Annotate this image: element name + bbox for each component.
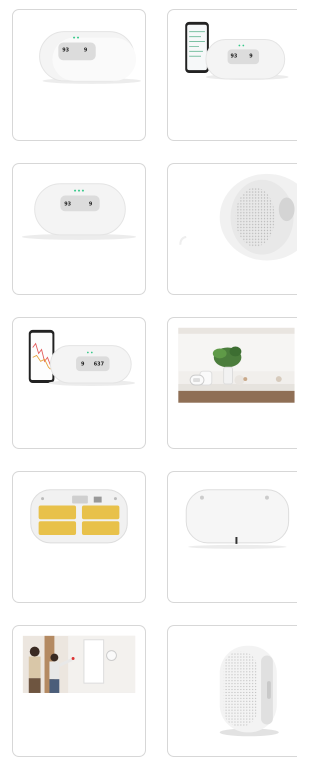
- svg-text:637: 637: [94, 361, 105, 367]
- gallery-thumbnail-3[interactable]: 93 9: [12, 163, 146, 295]
- device-side-grille-image: [179, 173, 297, 261]
- svg-text:9: 9: [249, 53, 253, 59]
- gallery-thumbnail-5[interactable]: 9 637: [12, 317, 146, 449]
- classroom-wall-device-image: [22, 635, 136, 693]
- device-side-angle-image: [219, 645, 279, 737]
- device-with-app-chart-image: 9 637: [28, 329, 136, 386]
- gallery-thumbnail-1[interactable]: 93 9: [12, 9, 146, 141]
- device-with-phone-image: 93 9: [185, 21, 289, 80]
- product-image-gallery: 93 9 93 9 93 9 9 637: [0, 0, 297, 757]
- device-back-mount-image: [185, 489, 290, 549]
- gallery-thumbnail-6[interactable]: [167, 317, 297, 449]
- device-front-image: 93 9: [39, 31, 142, 84]
- gallery-thumbnail-2[interactable]: 93 9: [167, 9, 297, 141]
- svg-text:9: 9: [81, 361, 85, 367]
- svg-text:9: 9: [89, 201, 93, 207]
- svg-text:93: 93: [62, 47, 69, 53]
- gallery-thumbnail-9[interactable]: [12, 625, 146, 757]
- gallery-thumbnail-10[interactable]: [167, 625, 297, 757]
- svg-text:93: 93: [231, 53, 238, 59]
- gallery-thumbnail-7[interactable]: [12, 471, 146, 603]
- device-on-shelf-with-plant-image: [178, 327, 295, 403]
- device-front-large-image: 93 9: [21, 183, 137, 240]
- svg-text:93: 93: [64, 201, 71, 207]
- gallery-thumbnail-8[interactable]: [167, 471, 297, 603]
- device-back-batteries-image: [30, 489, 128, 544]
- gallery-thumbnail-4[interactable]: [167, 163, 297, 295]
- svg-text:9: 9: [84, 47, 88, 53]
